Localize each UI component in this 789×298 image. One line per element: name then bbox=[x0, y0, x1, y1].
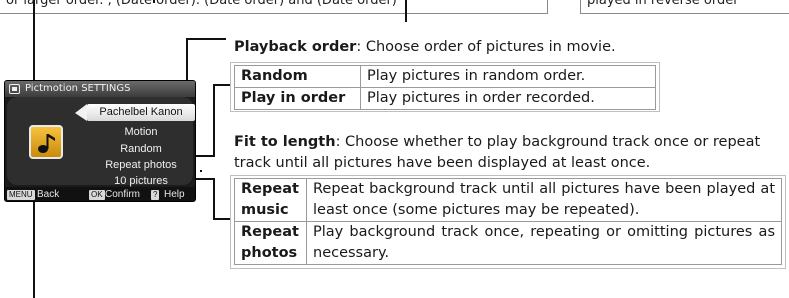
connector-line bbox=[213, 178, 215, 220]
help-label[interactable]: Help bbox=[164, 189, 185, 200]
option-desc: Play pictures in random order. bbox=[360, 65, 656, 88]
playback-order-table: Random Play pictures in random order. Pl… bbox=[234, 65, 656, 110]
lcd-item-fit-to-length[interactable]: Repeat photos bbox=[87, 159, 195, 171]
connector-line bbox=[213, 84, 215, 156]
playback-order-term: Playback order bbox=[234, 39, 357, 55]
connector-line bbox=[153, 0, 155, 3]
option-name-text: Repeat music bbox=[241, 181, 299, 218]
menu-key-icon: MENU bbox=[7, 190, 35, 200]
option-desc: Play background track once, repeating or… bbox=[306, 221, 782, 265]
camera-lcd-screen: Pictmotion SETTINGS Pachelbel Kanon Moti… bbox=[4, 80, 196, 202]
connector-line bbox=[33, 20, 34, 21]
top-fragment-right: played in reverse order bbox=[580, 0, 789, 14]
lcd-item-effect[interactable]: Motion bbox=[87, 126, 195, 138]
fit-to-length-table: Repeat music Repeat background track unt… bbox=[234, 178, 782, 265]
table-row: Play in order Play pictures in order rec… bbox=[234, 87, 656, 110]
option-name-text: Repeat photos bbox=[241, 224, 299, 261]
lcd-item-picture-count[interactable]: 10 pictures bbox=[87, 175, 195, 187]
connector-line bbox=[405, 20, 406, 22]
connector-line bbox=[213, 218, 231, 220]
top-fragment-right-text: played in reverse order bbox=[587, 0, 739, 8]
back-label[interactable]: Back bbox=[37, 189, 59, 200]
lcd-item-playback-order[interactable]: Random bbox=[87, 143, 195, 155]
connector-line bbox=[200, 170, 202, 172]
ok-key-icon: OK bbox=[89, 190, 105, 200]
top-fragment-left: or larger order. , (Date order). (Date o… bbox=[0, 0, 548, 14]
option-name: Repeat photos bbox=[234, 221, 307, 265]
help-key-icon: ? bbox=[151, 190, 160, 200]
table-row: Repeat music Repeat background track unt… bbox=[234, 178, 782, 222]
playback-order-desc: : Choose order of pictures in movie. bbox=[356, 39, 616, 55]
pictmotion-icon bbox=[9, 84, 20, 94]
connector-line bbox=[196, 178, 215, 180]
table-row: Repeat photos Play background track once… bbox=[234, 221, 782, 265]
table-row: Random Play pictures in random order. bbox=[234, 65, 656, 88]
option-name: Random bbox=[234, 65, 361, 88]
connector-line bbox=[33, 195, 35, 298]
connector-line bbox=[213, 84, 231, 86]
connector-line bbox=[405, 0, 407, 22]
option-name: Repeat music bbox=[234, 178, 307, 222]
lcd-button-bar: MENU Back OK Confirm ? Help bbox=[5, 187, 195, 201]
confirm-label[interactable]: Confirm bbox=[105, 189, 140, 200]
option-desc: Repeat background track until all pictur… bbox=[306, 178, 782, 222]
playback-order-heading: Playback order: Choose order of pictures… bbox=[234, 39, 616, 55]
selection-arrow-icon bbox=[75, 104, 87, 121]
option-name: Play in order bbox=[234, 87, 361, 110]
top-fragment-left-text: or larger order. , (Date order). (Date o… bbox=[6, 0, 397, 8]
lcd-item-music[interactable]: Pachelbel Kanon bbox=[87, 106, 195, 118]
option-desc: Play pictures in order recorded. bbox=[360, 87, 656, 110]
fit-to-length-term: Fit to length bbox=[234, 134, 336, 150]
music-note-icon bbox=[29, 125, 63, 159]
connector-line bbox=[33, 0, 35, 22]
lcd-title: Pictmotion SETTINGS bbox=[25, 83, 131, 94]
connector-line bbox=[186, 38, 226, 40]
fit-to-length-paragraph: Fit to length: Choose whether to play ba… bbox=[234, 132, 786, 174]
